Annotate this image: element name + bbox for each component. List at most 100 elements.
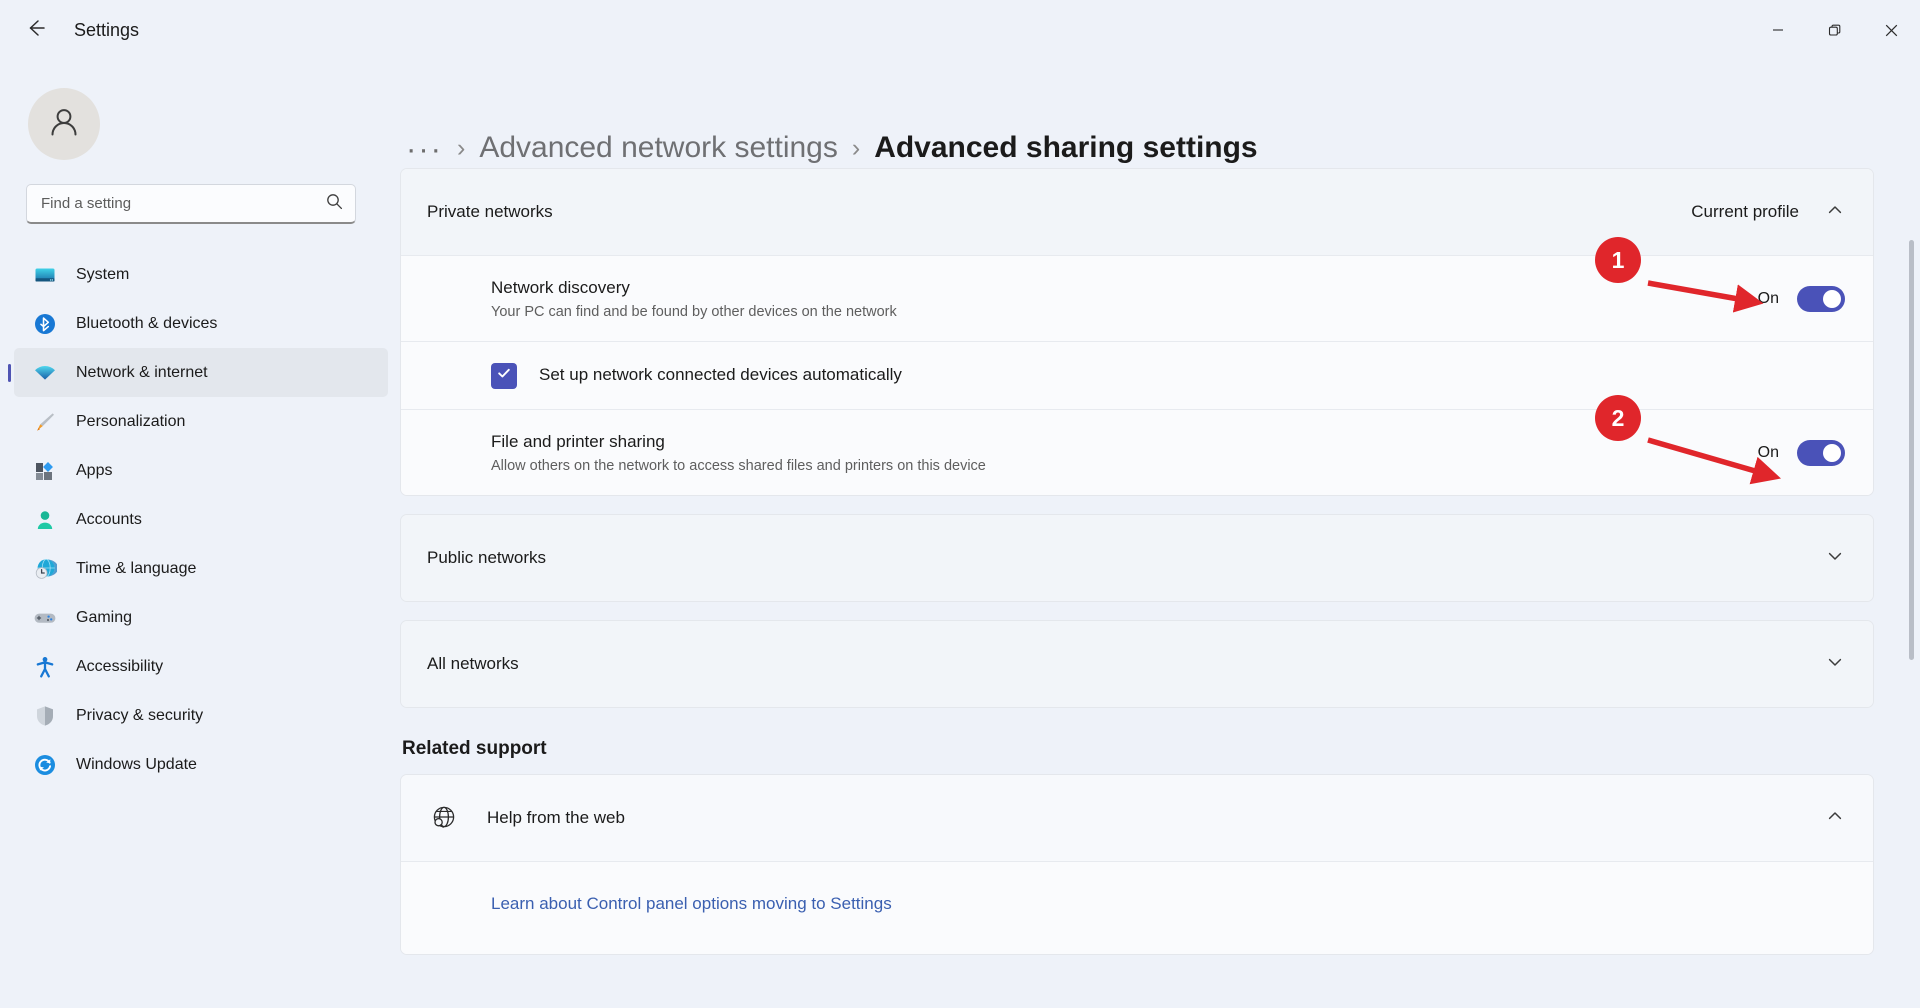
file-printer-sharing-toggle[interactable] — [1797, 440, 1845, 466]
all-networks-title: All networks — [427, 654, 519, 674]
search-icon[interactable] — [326, 193, 343, 215]
content-inner: ··· › Advanced network settings › Advanc… — [400, 60, 1920, 955]
sidebar-item-network-internet[interactable]: Network & internet — [14, 348, 388, 397]
public-networks-header-right — [1825, 546, 1845, 571]
sidebar-item-accessibility[interactable]: Accessibility — [14, 642, 388, 691]
sidebar-item-bluetooth-devices[interactable]: Bluetooth & devices — [14, 299, 388, 348]
window-body: System Bluetooth & devices — [0, 60, 1920, 1008]
public-networks-header[interactable]: Public networks — [401, 515, 1873, 601]
sidebar-item-accounts[interactable]: Accounts — [14, 495, 388, 544]
toggle-knob — [1823, 290, 1841, 308]
network-discovery-right: On — [1758, 286, 1845, 312]
current-profile-badge: Current profile — [1691, 202, 1799, 222]
app-title: Settings — [74, 20, 139, 41]
chevron-down-icon[interactable] — [1825, 546, 1845, 571]
private-networks-card: Private networks Current profile — [400, 168, 1874, 496]
toggle-knob — [1823, 444, 1841, 462]
network-discovery-title: Network discovery — [491, 277, 897, 300]
search-container — [0, 160, 400, 224]
help-link[interactable]: Learn about Control panel options moving… — [491, 894, 892, 913]
account-person-icon — [32, 508, 58, 532]
breadcrumb-parent-link[interactable]: Advanced network settings — [479, 131, 838, 165]
sidebar-item-label: Bluetooth & devices — [76, 315, 217, 333]
sidebar-item-label: Accessibility — [76, 658, 163, 676]
sidebar-item-label: Apps — [76, 462, 112, 480]
avatar[interactable] — [28, 88, 100, 160]
gamepad-icon — [32, 606, 58, 630]
file-printer-sharing-right: On — [1758, 440, 1845, 466]
sidebar-item-label: Windows Update — [76, 756, 197, 774]
chevron-right-icon: › — [457, 134, 465, 163]
search-box[interactable] — [26, 184, 356, 224]
help-from-web-card: Help from the web Learn about Control pa… — [400, 774, 1874, 955]
sidebar-item-label: Gaming — [76, 609, 132, 627]
public-networks-card: Public networks — [400, 514, 1874, 602]
all-networks-header-right — [1825, 652, 1845, 677]
search-input[interactable] — [41, 195, 326, 212]
chevron-down-icon[interactable] — [1825, 652, 1845, 677]
auto-setup-devices-checkbox[interactable] — [491, 363, 517, 389]
shield-icon — [32, 704, 58, 728]
breadcrumb: ··· › Advanced network settings › Advanc… — [400, 60, 1874, 168]
sidebar-item-time-language[interactable]: Time & language — [14, 544, 388, 593]
annotation-badge-2: 2 — [1595, 395, 1641, 441]
file-printer-sharing-desc: Allow others on the network to access sh… — [491, 458, 986, 474]
sidebar-item-windows-update[interactable]: Windows Update — [14, 740, 388, 789]
annotation-badge-1: 1 — [1595, 237, 1641, 283]
sidebar-item-label: Privacy & security — [76, 707, 203, 725]
file-printer-sharing-title: File and printer sharing — [491, 431, 986, 454]
sidebar-item-label: Time & language — [76, 560, 196, 578]
public-networks-title: Public networks — [427, 548, 546, 568]
chevron-right-icon: › — [852, 134, 860, 163]
network-discovery-toggle[interactable] — [1797, 286, 1845, 312]
apps-grid-icon — [32, 459, 58, 483]
title-bar: Settings — [0, 0, 1920, 60]
private-networks-header[interactable]: Private networks Current profile — [401, 169, 1873, 255]
scrollbar-thumb[interactable] — [1909, 240, 1914, 660]
arrow-left-icon — [25, 17, 47, 44]
back-button[interactable] — [14, 8, 58, 52]
network-discovery-texts: Network discovery Your PC can find and b… — [491, 277, 897, 320]
help-from-web-header[interactable]: Help from the web — [401, 775, 1873, 861]
related-support-heading: Related support — [402, 738, 1874, 760]
paintbrush-icon — [32, 410, 58, 434]
auto-setup-devices-row: Set up network connected devices automat… — [401, 341, 1873, 409]
content-scrollbar[interactable] — [1909, 180, 1914, 1000]
chevron-up-icon[interactable] — [1825, 806, 1845, 831]
sidebar-item-privacy-security[interactable]: Privacy & security — [14, 691, 388, 740]
file-printer-sharing-toggle-state: On — [1758, 444, 1779, 462]
bluetooth-icon — [32, 312, 58, 336]
content-pane: ··· › Advanced network settings › Advanc… — [400, 60, 1920, 1008]
window-controls — [1749, 0, 1920, 60]
wifi-icon — [32, 361, 58, 385]
avatar-container — [0, 60, 400, 160]
network-discovery-row: Network discovery Your PC can find and b… — [401, 255, 1873, 341]
private-networks-header-right: Current profile — [1691, 200, 1845, 225]
breadcrumb-overflow-button[interactable]: ··· — [406, 133, 443, 164]
globe-help-icon — [427, 803, 461, 833]
refresh-circle-icon — [32, 753, 58, 777]
close-button[interactable] — [1863, 0, 1920, 60]
all-networks-card: All networks — [400, 620, 1874, 708]
help-from-web-header-right — [1825, 806, 1845, 831]
help-from-web-title: Help from the web — [487, 808, 625, 828]
sidebar-item-apps[interactable]: Apps — [14, 446, 388, 495]
sidebar-nav: System Bluetooth & devices — [0, 250, 400, 789]
chevron-up-icon[interactable] — [1825, 200, 1845, 225]
maximize-button[interactable] — [1806, 0, 1863, 60]
clock-globe-icon — [32, 557, 58, 581]
private-networks-title: Private networks — [427, 202, 553, 222]
monitor-icon — [32, 263, 58, 287]
sidebar-item-label: Personalization — [76, 413, 185, 431]
all-networks-header[interactable]: All networks — [401, 621, 1873, 707]
accessibility-person-icon — [32, 655, 58, 679]
page-title: Advanced sharing settings — [874, 131, 1257, 165]
sidebar-item-gaming[interactable]: Gaming — [14, 593, 388, 642]
sidebar-item-label: System — [76, 266, 129, 284]
settings-window: Settings — [0, 0, 1920, 1008]
sidebar-item-system[interactable]: System — [14, 250, 388, 299]
sidebar-item-personalization[interactable]: Personalization — [14, 397, 388, 446]
file-printer-sharing-texts: File and printer sharing Allow others on… — [491, 431, 986, 474]
sidebar-item-label: Network & internet — [76, 364, 208, 382]
minimize-button[interactable] — [1749, 0, 1806, 60]
